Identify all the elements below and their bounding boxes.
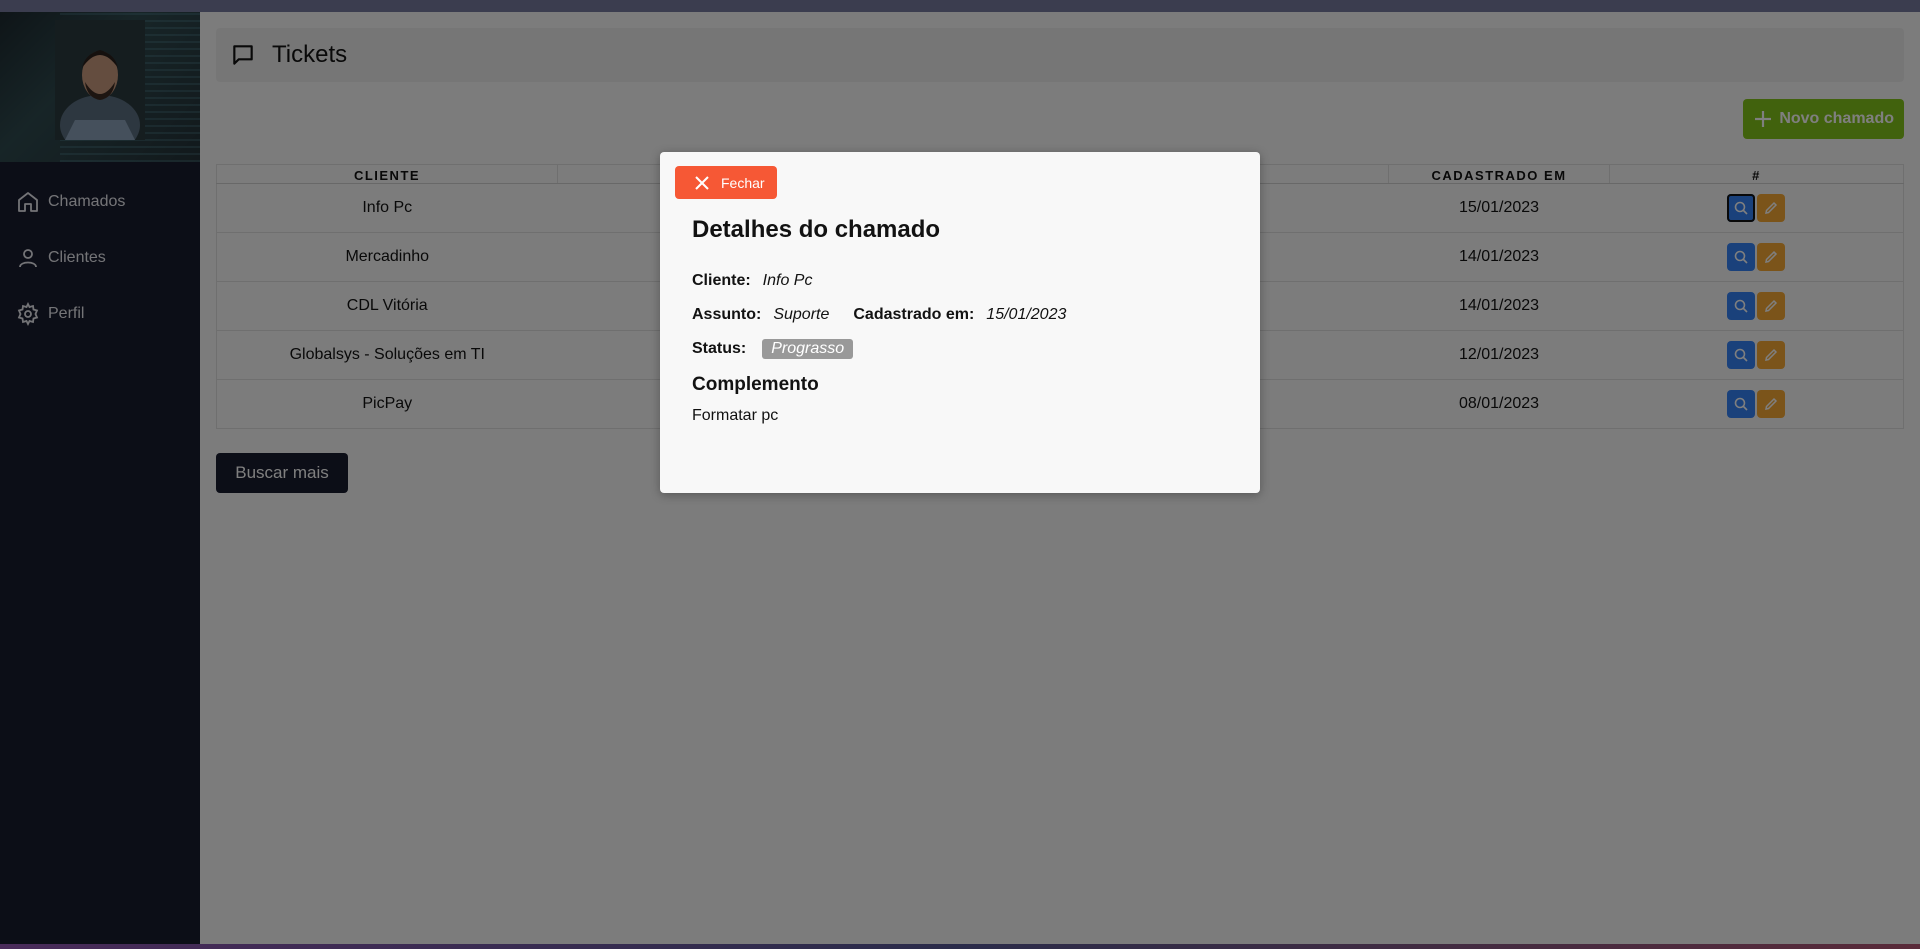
complemento-text: Formatar pc [692, 407, 779, 424]
browser-bottom-strip [0, 944, 1920, 949]
cadastrado-label: Cadastrado em: [853, 306, 975, 323]
status-badge: Prograsso [762, 339, 854, 359]
assunto-label: Assunto: [692, 306, 762, 323]
cadastrado-value: 15/01/2023 [986, 306, 1067, 323]
browser-top-strip [0, 0, 1920, 12]
status-label: Status: [692, 340, 747, 357]
ticket-details-modal: Fechar Detalhes do chamado Cliente: Info… [660, 152, 1260, 493]
cliente-label: Cliente: [692, 272, 751, 289]
close-button[interactable]: Fechar [675, 166, 777, 199]
cliente-value: Info Pc [762, 272, 813, 289]
modal-title: Detalhes do chamado [692, 216, 941, 243]
cliente-row: Cliente: Info Pc [692, 272, 836, 290]
close-label: Fechar [721, 174, 765, 191]
status-row: Status: Prograsso [692, 339, 854, 359]
assunto-value: Suporte [773, 306, 830, 323]
close-icon [695, 175, 709, 190]
assunto-row: Assunto: Suporte Cadastrado em: 15/01/20… [692, 306, 1090, 324]
complemento-title: Complemento [692, 374, 819, 395]
